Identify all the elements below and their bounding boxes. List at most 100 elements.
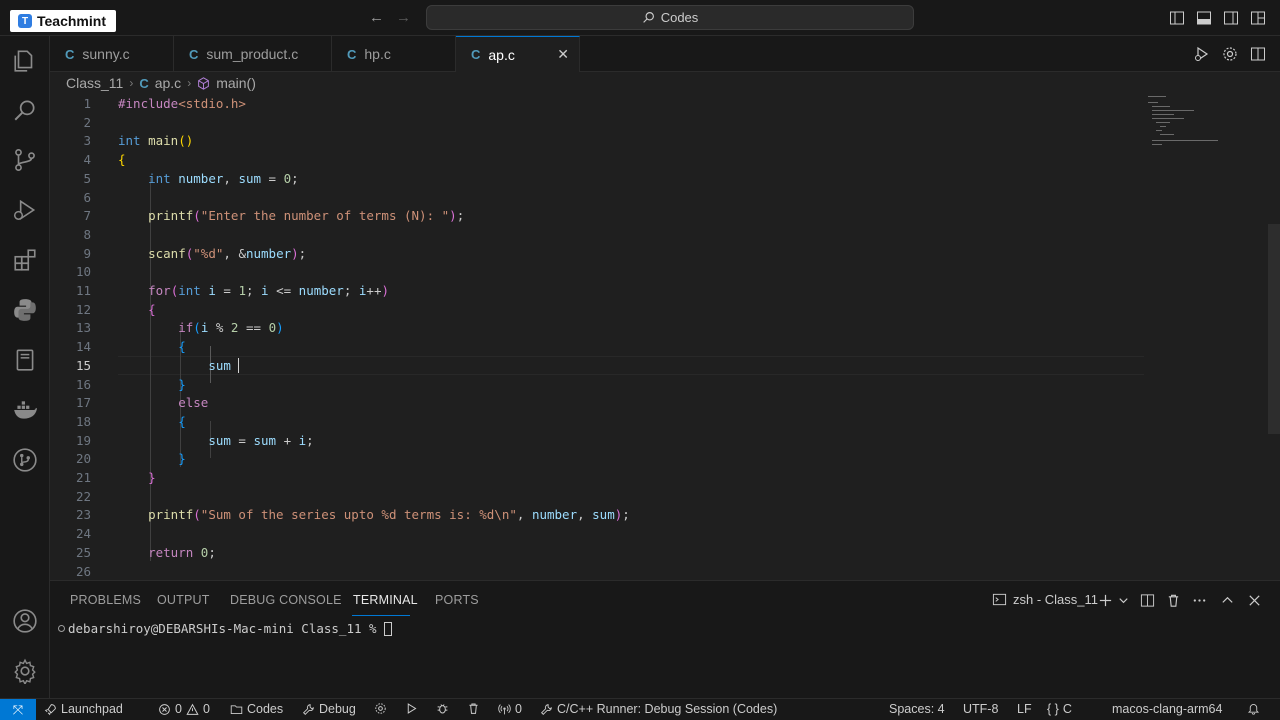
command-center-label: Codes xyxy=(660,10,699,25)
cpp-runner-item[interactable]: C/C++ Runner: Debug Session (Codes) xyxy=(540,702,777,716)
debug-run-item[interactable] xyxy=(436,702,449,715)
code-line[interactable]: 5 int number, sum = 0; xyxy=(50,170,1150,189)
customize-layout-icon[interactable] xyxy=(1250,10,1266,26)
code-line[interactable]: 26 xyxy=(50,563,1150,581)
git-graph-icon[interactable] xyxy=(12,447,38,473)
code-line[interactable]: 12 { xyxy=(50,301,1150,320)
ports-item[interactable]: 0 xyxy=(498,702,522,716)
code-line[interactable]: 21 } xyxy=(50,469,1150,488)
toggle-panel-icon[interactable] xyxy=(1196,10,1212,26)
trash-icon[interactable] xyxy=(1166,593,1181,608)
code-line[interactable]: 15 sum xyxy=(50,357,1150,376)
close-panel-icon[interactable] xyxy=(1247,593,1262,608)
warning-count: 0 xyxy=(202,702,210,716)
code-line[interactable]: 18 { xyxy=(50,413,1150,432)
toggle-secondary-sidebar-icon[interactable] xyxy=(1223,10,1239,26)
notifications-item[interactable] xyxy=(1247,702,1260,715)
code-line[interactable]: 20 } xyxy=(50,450,1150,469)
code-line[interactable]: 13 if(i % 2 == 0) xyxy=(50,319,1150,338)
tab-ap-c[interactable]: C ap.c ✕ xyxy=(456,36,580,72)
extensions-icon[interactable] xyxy=(12,247,38,273)
breadcrumb-symbol[interactable]: main() xyxy=(216,75,256,91)
docker-icon[interactable] xyxy=(12,397,38,423)
tab-label: ap.c xyxy=(488,46,515,63)
bug-icon xyxy=(437,704,448,714)
launchpad-item[interactable]: Launchpad xyxy=(44,702,123,716)
status-bar: ⤧ Launchpad 0 0 Codes Debug 0 C/C++ Runn… xyxy=(0,698,1280,720)
tab-hp-c[interactable]: C hp.c xyxy=(332,36,456,72)
encoding-item[interactable]: UTF-8 xyxy=(963,702,998,716)
clean-item[interactable] xyxy=(467,702,480,715)
tab-ports[interactable]: PORTS xyxy=(435,593,479,607)
tab-problems[interactable]: PROBLEMS xyxy=(70,593,141,607)
source-control-icon[interactable] xyxy=(12,147,38,173)
play-icon xyxy=(407,703,417,714)
breadcrumb-file[interactable]: ap.c xyxy=(155,75,181,91)
tab-output[interactable]: OUTPUT xyxy=(157,593,210,607)
code-line[interactable]: 7 printf("Enter the number of terms (N):… xyxy=(50,207,1150,226)
split-terminal-icon[interactable] xyxy=(1140,593,1155,608)
maximize-panel-icon[interactable] xyxy=(1220,593,1235,608)
code-line[interactable]: 11 for(int i = 1; i <= number; i++) xyxy=(50,282,1150,301)
tab-sum-product-c[interactable]: C sum_product.c xyxy=(174,36,332,72)
close-tab-icon[interactable]: ✕ xyxy=(557,46,569,63)
tab-debug-console[interactable]: DEBUG CONSOLE xyxy=(230,593,342,607)
code-line[interactable]: 14 { xyxy=(50,338,1150,357)
tab-terminal[interactable]: TERMINAL xyxy=(353,593,418,607)
terminal-prompt-line[interactable]: debarshiroy@DEBARSHIs-Mac-mini Class_11 … xyxy=(58,621,393,636)
more-actions-icon[interactable] xyxy=(1192,593,1207,608)
code-line[interactable]: 22 xyxy=(50,488,1150,507)
run-item[interactable] xyxy=(405,702,418,715)
run-debug-icon[interactable] xyxy=(12,197,38,223)
tab-sunny-c[interactable]: C sunny.c xyxy=(50,36,174,72)
code-line[interactable]: 10 xyxy=(50,263,1150,282)
back-arrow-icon[interactable]: ← xyxy=(369,9,384,26)
eol-label: LF xyxy=(1017,702,1032,716)
settings-item[interactable] xyxy=(374,702,387,715)
ports-count: 0 xyxy=(515,702,522,716)
config-item[interactable]: macos-clang-arm64 xyxy=(1112,702,1222,716)
explorer-icon[interactable] xyxy=(12,48,38,74)
new-terminal-plus-icon[interactable] xyxy=(1098,593,1113,608)
manage-gear-icon[interactable] xyxy=(12,658,38,686)
code-line[interactable]: 2 xyxy=(50,114,1150,133)
chevron-down-icon[interactable] xyxy=(1116,593,1131,608)
run-code-icon[interactable] xyxy=(1194,46,1210,62)
code-line[interactable]: 17 else xyxy=(50,394,1150,413)
code-line[interactable]: 16 } xyxy=(50,376,1150,395)
code-line[interactable]: 1 #include<stdio.h> xyxy=(50,95,1150,114)
rocket-icon xyxy=(44,703,56,715)
code-line[interactable]: 6 xyxy=(50,189,1150,208)
code-line[interactable]: 25 return 0; xyxy=(50,544,1150,563)
toggle-primary-sidebar-icon[interactable] xyxy=(1169,10,1185,26)
split-editor-icon[interactable] xyxy=(1250,46,1266,62)
command-center-search[interactable]: Codes xyxy=(426,5,914,30)
minimap[interactable] xyxy=(1148,94,1258,154)
breadcrumb-folder[interactable]: Class_11 xyxy=(66,75,123,91)
search-view-icon[interactable] xyxy=(12,97,38,123)
eol-item[interactable]: LF xyxy=(1017,702,1032,716)
python-icon[interactable] xyxy=(12,297,38,323)
settings-gear-icon[interactable] xyxy=(1222,46,1238,62)
code-text: { xyxy=(118,152,126,168)
forward-arrow-icon[interactable]: → xyxy=(396,9,411,26)
workspace-item[interactable]: Codes xyxy=(230,702,283,716)
accounts-icon[interactable] xyxy=(12,608,38,634)
code-line[interactable]: 19 sum = sum + i; xyxy=(50,432,1150,451)
debug-item[interactable]: Debug xyxy=(302,702,356,716)
notebook-icon[interactable] xyxy=(12,347,38,373)
code-editor[interactable]: 1 #include<stdio.h> 2 3 int main() 4{5 int nu… xyxy=(50,94,1280,580)
tab-label: sunny.c xyxy=(82,46,130,62)
language-mode-item[interactable]: { } C xyxy=(1047,702,1072,716)
indentation-item[interactable]: Spaces: 4 xyxy=(889,702,945,716)
code-line[interactable]: 8 xyxy=(50,226,1150,245)
terminal-selector[interactable]: zsh - Class_11 xyxy=(992,592,1098,607)
editor-scrollbar[interactable] xyxy=(1268,224,1280,434)
code-line[interactable]: 4{ xyxy=(50,151,1150,170)
remote-indicator-icon[interactable]: ⤧ xyxy=(0,699,36,720)
code-line[interactable]: 24 xyxy=(50,525,1150,544)
code-line[interactable]: 3 int main() xyxy=(50,132,1150,151)
code-line[interactable]: 23 printf("Sum of the series upto %d ter… xyxy=(50,506,1150,525)
problems-item[interactable]: 0 0 xyxy=(158,702,210,716)
code-line[interactable]: 9 scanf("%d", &number); xyxy=(50,245,1150,264)
